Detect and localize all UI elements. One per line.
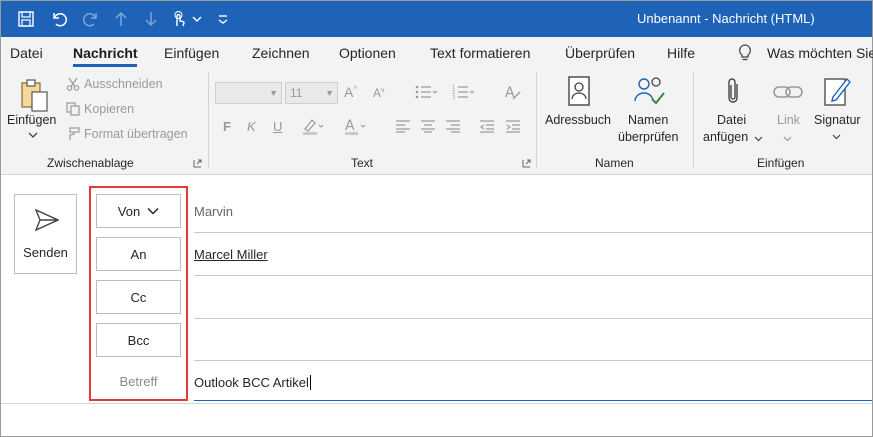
bcc-button[interactable]: Bcc: [96, 323, 181, 357]
chevron-down-icon[interactable]: [753, 133, 763, 143]
from-button-label: Von: [117, 203, 141, 219]
chevron-down-icon: ▼: [269, 88, 278, 98]
from-divider: [194, 232, 872, 233]
bullets-icon: [414, 82, 438, 102]
attach-file-line1[interactable]: Datei: [717, 113, 746, 127]
insert-group-label: Einfügen: [757, 156, 805, 170]
clipboard-group-label: Zwischenablage: [47, 156, 134, 170]
check-names-line1[interactable]: Namen: [628, 113, 668, 127]
paste-button[interactable]: Einfügen: [7, 113, 56, 127]
names-group-label: Namen: [595, 156, 634, 170]
to-recipient[interactable]: Marcel Miller: [194, 247, 268, 262]
subject-value: Outlook BCC Artikel: [194, 375, 309, 390]
bcc-field-line[interactable]: [194, 360, 872, 361]
active-tab-indicator: [73, 64, 137, 67]
subject-label: Betreff: [119, 374, 158, 389]
paperclip-icon[interactable]: [720, 74, 746, 108]
dialog-launcher-icon[interactable]: [521, 158, 531, 168]
check-names-line2[interactable]: überprüfen: [618, 130, 678, 144]
underline-button: U: [273, 119, 283, 134]
highlight-icon: [301, 116, 325, 136]
svg-text:A: A: [345, 118, 355, 134]
address-book-button[interactable]: Adressbuch: [545, 113, 611, 127]
align-right-icon: [444, 118, 462, 134]
italic-button: K: [247, 119, 256, 134]
group-separator: [693, 72, 694, 168]
touch-mode-icon[interactable]: [169, 9, 189, 29]
bold-button: F: [223, 119, 231, 134]
tab-text-formatieren[interactable]: Text formatieren: [430, 45, 530, 61]
format-painter-button: Format übertragen: [84, 127, 188, 141]
numbering-icon: 123: [451, 82, 475, 102]
subject-input[interactable]: Outlook BCC Artikel: [194, 375, 311, 390]
cut-button: Ausschneiden: [84, 77, 163, 91]
copy-icon: [65, 101, 81, 117]
align-center-icon: [419, 118, 437, 134]
to-button[interactable]: An: [96, 237, 181, 271]
address-book-icon[interactable]: [564, 74, 594, 108]
align-left-icon: [394, 118, 412, 134]
chevron-down-icon[interactable]: [831, 131, 841, 141]
ribbon: Einfügen Ausschneiden Kopieren Format üb…: [1, 68, 872, 175]
paste-icon[interactable]: [18, 76, 52, 116]
message-body-divider: [1, 403, 872, 404]
tab-hilfe[interactable]: Hilfe: [667, 45, 695, 61]
from-button[interactable]: Von: [96, 194, 181, 228]
undo-icon[interactable]: [49, 9, 69, 29]
tab-optionen[interactable]: Optionen: [339, 45, 396, 61]
tab-einfuegen[interactable]: Einfügen: [164, 45, 219, 61]
scissors-icon: [65, 76, 81, 92]
cc-field-line[interactable]: [194, 318, 872, 319]
check-names-icon[interactable]: [631, 74, 667, 108]
dialog-launcher-icon[interactable]: [192, 158, 202, 168]
tab-zeichnen[interactable]: Zeichnen: [252, 45, 310, 61]
attach-file-line2[interactable]: anfügen: [703, 130, 748, 144]
group-separator: [536, 72, 537, 168]
tab-nachricht[interactable]: Nachricht: [73, 45, 138, 61]
window-title: Unbenannt - Nachricht (HTML): [637, 11, 815, 26]
from-value: Marvin: [194, 204, 234, 219]
chevron-down-icon: ▼: [325, 88, 334, 98]
lightbulb-icon: [736, 43, 754, 63]
arrow-down-icon: [141, 9, 161, 29]
chevron-down-icon: [147, 207, 159, 215]
send-icon: [35, 209, 59, 231]
font-size-value: 11: [290, 86, 303, 100]
save-icon[interactable]: [16, 9, 36, 29]
group-separator: [208, 72, 209, 168]
signature-button[interactable]: Signatur: [814, 113, 861, 127]
tab-ueberpruefen[interactable]: Überprüfen: [565, 45, 635, 61]
font-color-icon: A: [343, 116, 367, 136]
chevron-down-icon[interactable]: [191, 9, 203, 29]
decrease-indent-icon: [478, 118, 496, 134]
send-label: Senden: [23, 245, 68, 260]
font-size-combo: 11 ▼: [285, 82, 338, 104]
arrow-up-icon: [111, 9, 131, 29]
chevron-down-icon: [782, 133, 792, 143]
cc-button[interactable]: Cc: [96, 280, 181, 314]
link-icon: [771, 80, 805, 104]
tab-datei[interactable]: Datei: [10, 45, 43, 61]
chevron-down-icon[interactable]: [26, 130, 40, 140]
tell-me-search[interactable]: Was möchten Sie: [767, 45, 873, 61]
link-button: Link: [777, 113, 800, 127]
text-group-label: Text: [351, 156, 374, 170]
subject-field-line: [194, 400, 872, 401]
send-button[interactable]: Senden: [14, 194, 77, 274]
format-painter-icon: [65, 126, 81, 142]
redo-icon: [81, 9, 101, 29]
increase-indent-icon: [504, 118, 522, 134]
grow-font-icon: A^: [344, 84, 358, 100]
shrink-font-icon: Av: [373, 86, 385, 100]
signature-icon[interactable]: [822, 74, 854, 108]
clear-formatting-icon: A: [503, 82, 523, 102]
text-caret: [309, 375, 311, 390]
to-field-line: [194, 275, 872, 276]
svg-text:3: 3: [452, 95, 455, 100]
title-bar: Unbenannt - Nachricht (HTML): [1, 1, 872, 37]
font-name-combo: ▼: [215, 82, 282, 104]
customize-qat-icon[interactable]: [213, 9, 233, 29]
copy-button: Kopieren: [84, 102, 135, 116]
